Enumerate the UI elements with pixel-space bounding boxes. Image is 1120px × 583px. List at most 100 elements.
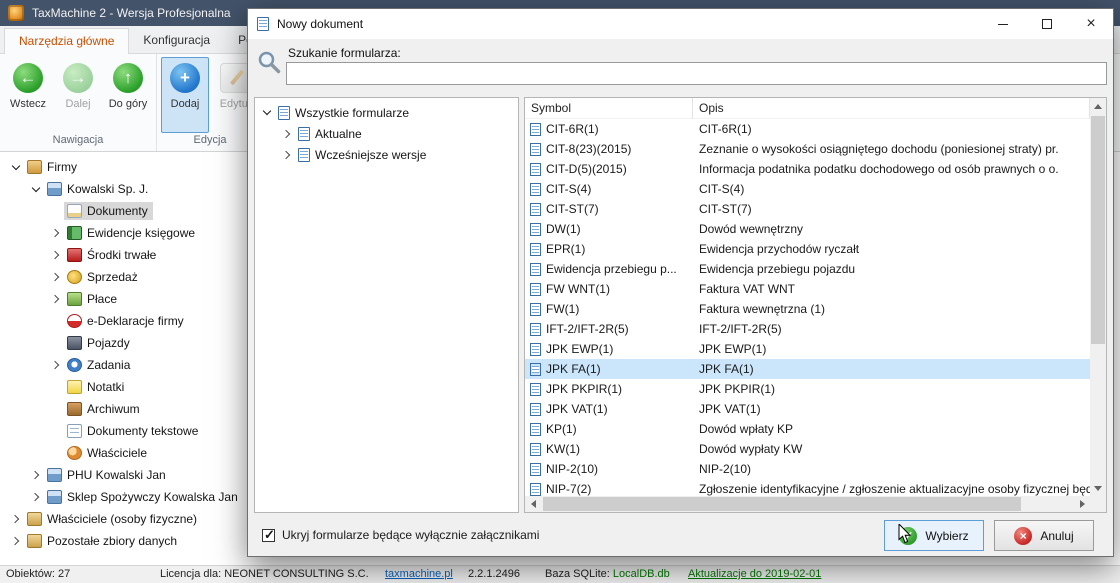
statusbar: Obiektów: 27 Licencja dla: NEONET CONSUL… [0,565,1120,583]
fixed-assets-icon [67,248,82,262]
dialog-maximize-button[interactable] [1025,9,1069,39]
status-updates-link[interactable]: Aktualizacje do 2019-02-01 [688,568,821,580]
list-row[interactable]: JPK VAT(1)JPK VAT(1) [525,399,1090,419]
list-row[interactable]: NIP-2(10)NIP-2(10) [525,459,1090,479]
chevron-right-icon[interactable] [8,511,24,527]
chevron-right-icon[interactable] [48,247,64,263]
scroll-down-button[interactable] [1090,480,1106,496]
dialog-close-button[interactable]: × [1069,9,1113,39]
companies-folder-icon [27,160,42,174]
scroll-up-button[interactable] [1090,98,1106,114]
hide-attachments-option[interactable]: Ukryj formularze będące wyłącznie załącz… [262,528,539,542]
vertical-scrollbar[interactable] [1090,98,1106,496]
list-row[interactable]: IFT-2/IFT-2R(5)IFT-2/IFT-2R(5) [525,319,1090,339]
form-icon [530,463,541,476]
payroll-icon [67,292,82,306]
arrow-right-icon [1080,500,1085,508]
form-icon [530,303,541,316]
list-row[interactable]: NIP-7(2)Zgłoszenie identyfikacyjne / zgł… [525,479,1090,496]
arrow-up-icon [1094,104,1102,109]
list-header: Symbol Opis [525,98,1106,119]
list-row[interactable]: JPK EWP(1)JPK EWP(1) [525,339,1090,359]
chevron-spacer [48,423,64,439]
chevron-right-icon[interactable] [48,225,64,241]
forms-tree-item-wszystkie-formularze[interactable]: Wszystkie formularze [255,102,518,123]
list-row[interactable]: CIT-S(4)CIT-S(4) [525,179,1090,199]
archive-icon [67,402,82,416]
chevron-right-icon[interactable] [48,291,64,307]
list-row[interactable]: CIT-6R(1)CIT-6R(1) [525,119,1090,139]
list-row[interactable]: JPK FA(1)JPK FA(1) [525,359,1090,379]
owners-icon [67,446,82,460]
chevron-down-icon[interactable] [259,105,275,121]
list-row[interactable]: KW(1)Dowód wypłaty KW [525,439,1090,459]
tasks-icon [67,358,82,372]
list-row[interactable]: DW(1)Dowód wewnętrzny [525,219,1090,239]
list-row[interactable]: KP(1)Dowód wpłaty KP [525,419,1090,439]
form-icon [530,323,541,336]
hide-attachments-checkbox[interactable] [262,529,275,542]
dialog-title: Nowy dokument [277,17,363,31]
dialog-caption-buttons: × [981,9,1113,39]
add-icon: + [170,63,200,93]
form-icon [530,143,541,156]
chevron-down-icon[interactable] [28,181,44,197]
form-icon [530,243,541,256]
search-icon [256,49,282,78]
list-row[interactable]: Ewidencja przebiegu p...Ewidencja przebi… [525,259,1090,279]
chevron-right-icon[interactable] [28,489,44,505]
search-input[interactable] [286,62,1107,85]
toolbar-button-dodaj[interactable]: +Dodaj [161,57,209,133]
chevron-right-icon[interactable] [48,269,64,285]
scroll-left-button[interactable] [525,496,541,512]
toolbar-button-do-g-ry[interactable]: ↑Do góry [104,57,152,133]
column-header-symbol[interactable]: Symbol [525,98,693,119]
chevron-right-icon[interactable] [279,126,295,142]
chevron-right-icon[interactable] [8,533,24,549]
forms-list: Symbol Opis CIT-6R(1)CIT-6R(1)CIT-8(23)(… [524,97,1107,513]
list-row[interactable]: FW WNT(1)Faktura VAT WNT [525,279,1090,299]
status-license: Licencja dla: NEONET CONSULTING S.C. [160,568,369,580]
edit-icon [220,63,250,93]
toolbar-button-wstecz[interactable]: ←Wstecz [4,57,52,133]
forms-tree-item-wcze-niejsze-wersje[interactable]: Wcześniejsze wersje [255,144,518,165]
form-icon [530,483,541,496]
search-label: Szukanie formularza: [288,46,401,60]
list-row[interactable]: JPK PKPIR(1)JPK PKPIR(1) [525,379,1090,399]
horizontal-scrollbar[interactable] [525,496,1090,512]
sales-icon [67,270,82,284]
status-objects: Obiektów: 27 [6,568,70,580]
notes-icon [67,380,82,394]
vehicles-icon [67,336,82,350]
chevron-right-icon[interactable] [279,147,295,163]
status-license-value: NEONET CONSULTING S.C. [224,568,368,580]
vertical-scrollbar-thumb[interactable] [1091,116,1105,344]
form-icon [530,203,541,216]
select-button[interactable]: ✓ Wybierz [884,520,984,551]
list-row[interactable]: CIT-8(23)(2015)Zeznanie o wysokości osią… [525,139,1090,159]
scroll-right-button[interactable] [1074,496,1090,512]
forms-icon [298,127,310,141]
list-row[interactable]: CIT-D(5)(2015)Informacja podatnika podat… [525,159,1090,179]
chevron-down-icon[interactable] [8,159,24,175]
forms-tree-item-aktualne[interactable]: Aktualne [255,123,518,144]
chevron-right-icon[interactable] [28,467,44,483]
list-row[interactable]: FW(1)Faktura wewnętrzna (1) [525,299,1090,319]
toolbar-button-dalej[interactable]: →Dalej [54,57,102,133]
horizontal-scrollbar-thumb[interactable] [543,497,1021,511]
tab-konfiguracja[interactable]: Konfiguracja [129,28,224,53]
x-icon: × [1014,527,1032,545]
list-row[interactable]: EPR(1)Ewidencja przychodów ryczałt [525,239,1090,259]
status-website-link[interactable]: taxmachine.pl [385,568,453,580]
chevron-right-icon[interactable] [48,357,64,373]
tab-narz-dzia-g-wne[interactable]: Narzędzia główne [4,28,129,54]
new-document-dialog: Nowy dokument × Szukanie formularza: Wsz… [247,8,1114,557]
column-header-opis[interactable]: Opis [693,98,1090,119]
chevron-spacer [48,379,64,395]
list-row[interactable]: CIT-ST(7)CIT-ST(7) [525,199,1090,219]
maximize-icon [1042,19,1052,29]
form-icon [530,163,541,176]
cancel-button[interactable]: × Anuluj [994,520,1094,551]
list-body: CIT-6R(1)CIT-6R(1)CIT-8(23)(2015)Zeznani… [525,119,1090,496]
dialog-minimize-button[interactable] [981,9,1025,39]
